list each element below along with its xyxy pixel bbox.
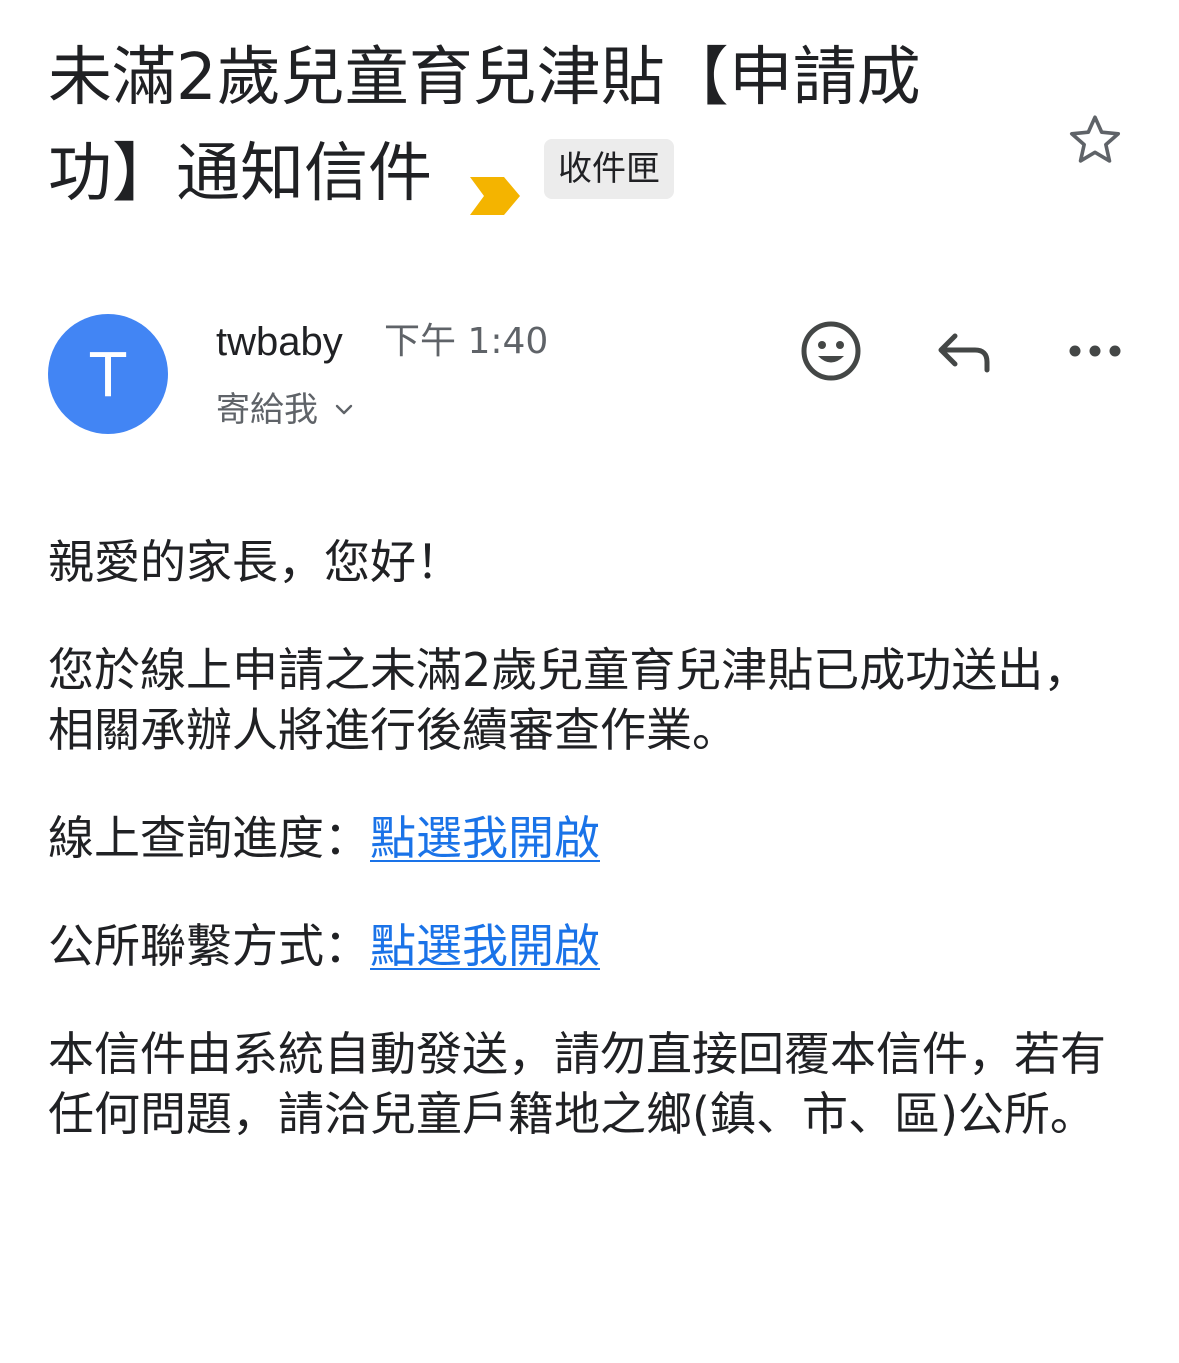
progress-query-link[interactable]: 點選我開啟 [370, 811, 600, 865]
chevron-down-icon [335, 404, 353, 415]
office-contact-label: 公所聯繫方式： [48, 919, 370, 973]
submission-message: 您於線上申請之未滿2歲兒童育兒津貼已成功送出，相關承辦人將進行後續審查作業。 [48, 643, 1090, 757]
progress-query-line: 線上查詢進度：點選我開啟 [48, 808, 1133, 868]
inbox-label-chip[interactable]: 收件匣 [544, 139, 674, 200]
office-contact-link[interactable]: 點選我開啟 [370, 919, 600, 973]
auto-send-notice: 本信件由系統自動發送，請勿直接回覆本信件，若有任何問題，請洽兒童戶籍地之鄉(鎮、… [48, 1027, 1106, 1141]
greeting-text: 親愛的家長，您好！ [48, 535, 462, 589]
office-contact-line: 公所聯繫方式：點選我開啟 [48, 916, 1133, 976]
recipient-label: 寄給我 [216, 390, 318, 430]
progress-query-label: 線上查詢進度： [48, 811, 370, 865]
more-options-icon [1069, 345, 1121, 357]
reply-button[interactable] [928, 316, 998, 386]
importance-marker-icon[interactable] [468, 148, 522, 216]
sender-avatar[interactable]: T [48, 314, 168, 434]
email-subject: 未滿2歲兒童育兒津貼【申請成功】通知信件 收件匣 [48, 30, 1008, 222]
recipient-details-toggle[interactable]: 寄給我 [216, 388, 356, 432]
reply-icon [938, 333, 990, 373]
more-options-button[interactable] [1060, 316, 1130, 386]
emoji-reaction-icon [801, 321, 861, 381]
sender-name: twbaby [216, 320, 343, 364]
sent-time: 下午 1:40 [384, 321, 549, 362]
star-icon[interactable] [1064, 110, 1126, 172]
emoji-reaction-button[interactable] [796, 316, 866, 386]
